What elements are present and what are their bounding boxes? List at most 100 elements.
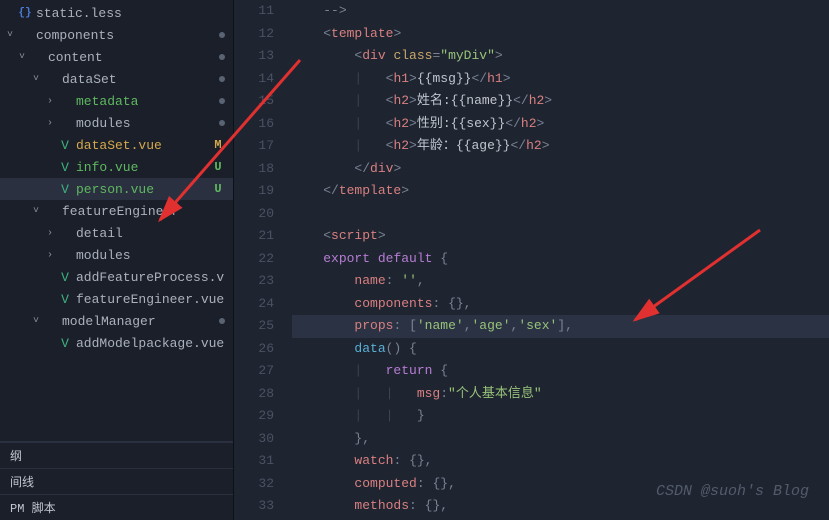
line-number: 14: [234, 68, 274, 91]
code-line[interactable]: <script>: [292, 225, 829, 248]
line-number: 28: [234, 383, 274, 406]
git-status-badge: U: [211, 182, 225, 196]
tree-item-label: info.vue: [76, 160, 211, 175]
modified-dot-icon: [219, 120, 225, 126]
tree-item-label: components: [36, 28, 215, 43]
modified-dot-icon: [219, 318, 225, 324]
tree-item-modules[interactable]: ›modules: [0, 244, 233, 266]
line-number: 32: [234, 473, 274, 496]
less-file-icon: {}: [16, 7, 34, 19]
tree-item-info-vue[interactable]: Vinfo.vueU: [0, 156, 233, 178]
chevron-icon: ›: [44, 118, 56, 129]
line-number: 33: [234, 495, 274, 518]
code-line[interactable]: | <h2>性别:{{sex}}</h2>: [292, 113, 829, 136]
line-number: 27: [234, 360, 274, 383]
line-number: 21: [234, 225, 274, 248]
line-number: 16: [234, 113, 274, 136]
code-line[interactable]: },: [292, 428, 829, 451]
code-line[interactable]: watch: {},: [292, 450, 829, 473]
code-content[interactable]: --> <template> <div class="myDiv"> | <h1…: [292, 0, 829, 520]
tree-item-featureEngineer-vue[interactable]: VfeatureEngineer.vue: [0, 288, 233, 310]
tree-item-featureEngineer[interactable]: ˅ featureEngineer: [0, 200, 233, 222]
chevron-icon: ˅: [30, 206, 42, 217]
code-line[interactable]: | | }: [292, 405, 829, 428]
modified-dot-icon: [219, 98, 225, 104]
line-number: 19: [234, 180, 274, 203]
chevron-icon: ›: [44, 96, 56, 107]
tree-item-static-less[interactable]: {}static.less: [0, 2, 233, 24]
timeline-section[interactable]: 间线: [0, 468, 233, 494]
vue-file-icon: V: [56, 270, 74, 285]
vue-file-icon: V: [56, 292, 74, 307]
tree-item-label: addFeatureProcess.vue: [76, 270, 225, 285]
chevron-icon: ˅: [30, 316, 42, 327]
modified-dot-icon: [219, 32, 225, 38]
line-number: 29: [234, 405, 274, 428]
tree-item-components[interactable]: ˅components: [0, 24, 233, 46]
code-line[interactable]: [292, 203, 829, 226]
line-number: 11: [234, 0, 274, 23]
code-line[interactable]: name: '',: [292, 270, 829, 293]
line-number: 13: [234, 45, 274, 68]
file-tree: {}static.less˅components˅content˅dataSet…: [0, 0, 233, 441]
outline-section[interactable]: 纲: [0, 442, 233, 468]
tree-item-detail[interactable]: ›detail: [0, 222, 233, 244]
tree-item-person-vue[interactable]: Vperson.vueU: [0, 178, 233, 200]
code-line[interactable]: | return {: [292, 360, 829, 383]
code-line[interactable]: | <h2>姓名:{{name}}</h2>: [292, 90, 829, 113]
tree-item-label: addModelpackage.vue: [76, 336, 225, 351]
line-number: 20: [234, 203, 274, 226]
line-number: 17: [234, 135, 274, 158]
tree-item-content[interactable]: ˅content: [0, 46, 233, 68]
code-line[interactable]: </div>: [292, 158, 829, 181]
code-line[interactable]: -->: [292, 0, 829, 23]
tree-item-addModelpackage-vue[interactable]: VaddModelpackage.vue: [0, 332, 233, 354]
line-number: 15: [234, 90, 274, 113]
tree-item-label: content: [48, 50, 215, 65]
vue-file-icon: V: [56, 160, 74, 175]
git-status-badge: U: [211, 160, 225, 174]
line-number: 23: [234, 270, 274, 293]
code-line[interactable]: </template>: [292, 180, 829, 203]
modified-dot-icon: [219, 76, 225, 82]
tree-item-label: featureEngineer: [62, 204, 225, 219]
npm-scripts-section[interactable]: PM 脚本: [0, 494, 233, 520]
tree-item-label: dataSet: [62, 72, 215, 87]
tree-item-label: person.vue: [76, 182, 211, 197]
code-line[interactable]: <template>: [292, 23, 829, 46]
line-number-gutter: 1112131415161718192021222324252627282930…: [234, 0, 292, 520]
tree-item-label: modules: [76, 116, 215, 131]
tree-item-metadata[interactable]: › metadata: [0, 90, 233, 112]
chevron-icon: ›: [44, 250, 56, 261]
file-explorer-sidebar: {}static.less˅components˅content˅dataSet…: [0, 0, 234, 520]
line-number: 25: [234, 315, 274, 338]
tree-item-label: metadata: [76, 94, 215, 109]
tree-item-dataSet-vue[interactable]: VdataSet.vueM: [0, 134, 233, 156]
tree-item-modelManager[interactable]: ˅modelManager: [0, 310, 233, 332]
vue-file-icon: V: [56, 138, 74, 153]
code-line[interactable]: | | msg:"个人基本信息": [292, 383, 829, 406]
code-line[interactable]: props: ['name','age','sex'],: [292, 315, 829, 338]
chevron-icon: ›: [44, 228, 56, 239]
code-editor[interactable]: 1112131415161718192021222324252627282930…: [234, 0, 829, 520]
line-number: 18: [234, 158, 274, 181]
code-line[interactable]: <div class="myDiv">: [292, 45, 829, 68]
code-line[interactable]: data() {: [292, 338, 829, 361]
line-number: 26: [234, 338, 274, 361]
tree-item-label: dataSet.vue: [76, 138, 211, 153]
code-line[interactable]: | <h2>年龄：{{age}}</h2>: [292, 135, 829, 158]
code-line[interactable]: components: {},: [292, 293, 829, 316]
line-number: 12: [234, 23, 274, 46]
code-line[interactable]: export default {: [292, 248, 829, 271]
code-line[interactable]: | <h1>{{msg}}</h1>: [292, 68, 829, 91]
tree-item-label: static.less: [36, 6, 225, 21]
tree-item-dataSet[interactable]: ˅dataSet: [0, 68, 233, 90]
tree-item-addFeatureProcess-vue[interactable]: VaddFeatureProcess.vue: [0, 266, 233, 288]
watermark-text: CSDN @suoh's Blog: [656, 483, 809, 500]
tree-item-modules[interactable]: › modules: [0, 112, 233, 134]
line-number: 31: [234, 450, 274, 473]
git-status-badge: M: [211, 138, 225, 152]
vue-file-icon: V: [56, 182, 74, 197]
line-number: 22: [234, 248, 274, 271]
line-number: 24: [234, 293, 274, 316]
